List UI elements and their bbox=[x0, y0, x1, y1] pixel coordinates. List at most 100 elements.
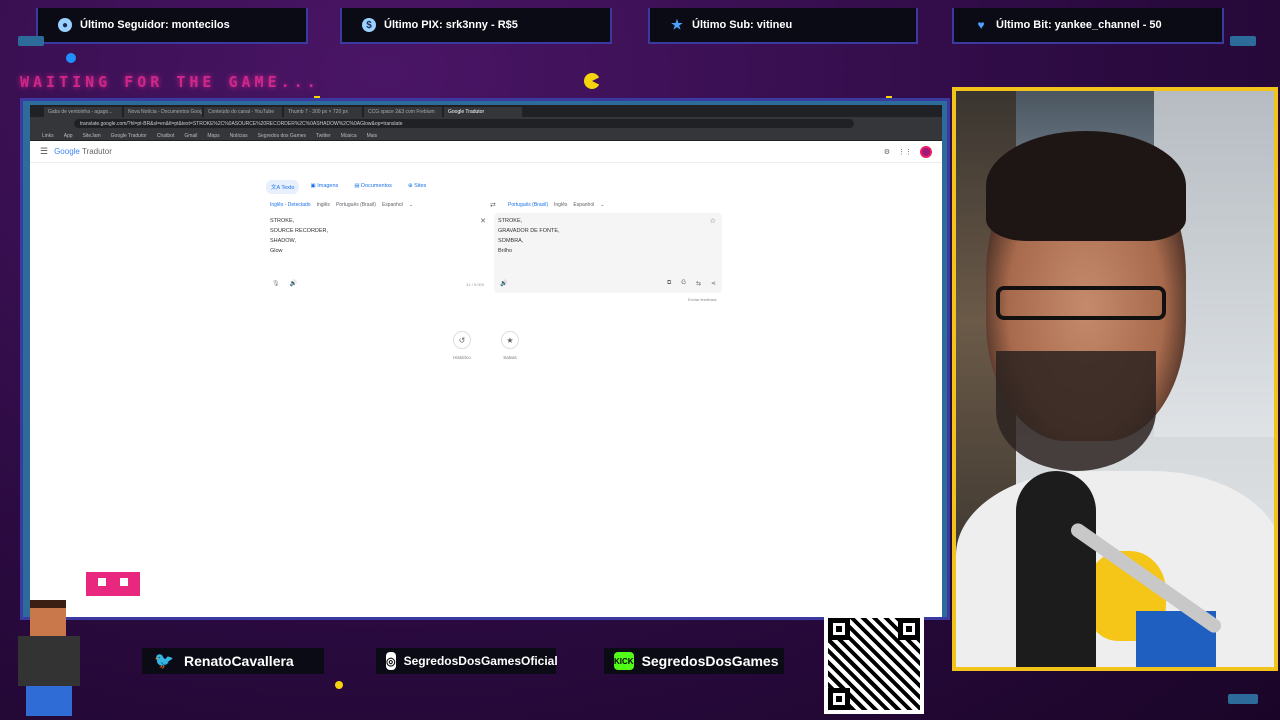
speaker-icon[interactable]: 🔊 bbox=[500, 280, 507, 287]
webcam-glasses bbox=[996, 286, 1166, 320]
kick-icon: KICK bbox=[614, 652, 634, 670]
browser-tab[interactable]: Gabs de ventoinha - agago... bbox=[44, 107, 122, 117]
mode-text[interactable]: 文A Texto bbox=[266, 180, 300, 194]
source-lang-detected[interactable]: Inglês - Detectado bbox=[270, 202, 311, 208]
mode-documents[interactable]: ▤ Documentos bbox=[349, 180, 397, 194]
qr-label: livepix.gg/segredosdosgames bbox=[826, 603, 932, 612]
google-lens-icon[interactable]: G bbox=[681, 280, 686, 287]
source-lang-option[interactable]: Português (Brasil) bbox=[336, 202, 376, 208]
bookmark-item[interactable]: Gmail bbox=[184, 133, 197, 139]
source-lang-option[interactable]: Inglês bbox=[317, 202, 330, 208]
saved-label: Salvas bbox=[503, 355, 517, 360]
url-input[interactable]: translate.google.com/?hl=pt-BR&sl=en&tl=… bbox=[74, 119, 854, 128]
decor-bar-left bbox=[18, 36, 44, 46]
mode-sites-label: Sites bbox=[414, 183, 427, 189]
speaker-icon[interactable]: 🔊 bbox=[290, 280, 297, 287]
bookmark-item[interactable]: Maps bbox=[207, 133, 219, 139]
copy-icon[interactable]: ⧉ bbox=[667, 280, 671, 287]
browser-tab[interactable]: Thumb 7 - 300 px × 720 px bbox=[284, 107, 362, 117]
bookmark-item[interactable]: Links bbox=[42, 133, 54, 139]
apps-grid-icon[interactable]: ⋮⋮ bbox=[898, 148, 912, 156]
twitter-icon: 🐦 bbox=[154, 653, 174, 670]
source-lang-option[interactable]: Espanhol bbox=[382, 202, 403, 208]
translation-modes: 文A Texto ▣ Imagens ▤ Documentos ⊕ Sites bbox=[266, 180, 431, 194]
history-button[interactable]: ↺ Histórico bbox=[442, 331, 482, 360]
bookmark-item[interactable]: App bbox=[64, 133, 73, 139]
bookmark-item[interactable]: Mais bbox=[367, 133, 378, 139]
ticker-pix-text: Último PIX: srk3nny - R$5 bbox=[384, 19, 518, 31]
character-count: 41 / 5.000 bbox=[466, 282, 484, 287]
pixel-avatar-head bbox=[30, 600, 66, 636]
microphone-icon[interactable]: 🎙 bbox=[272, 280, 280, 287]
chevron-down-icon[interactable]: ⌄ bbox=[409, 202, 413, 208]
webcam-feed bbox=[952, 87, 1278, 671]
decor-bar-bottom bbox=[1228, 694, 1258, 704]
webcam-beard bbox=[996, 351, 1156, 471]
kick-handle: KICK SegredosDosGames bbox=[604, 648, 784, 674]
invader-eye bbox=[98, 578, 106, 586]
kick-text: SegredosDosGames bbox=[641, 653, 779, 669]
share-icon[interactable]: ⋖ bbox=[711, 280, 716, 287]
pellet-dot bbox=[335, 681, 343, 689]
mode-sites[interactable]: ⊕ Sites bbox=[403, 180, 431, 194]
bookmark-item[interactable]: Chatbot bbox=[157, 133, 175, 139]
settings-icon[interactable]: ⚙ bbox=[884, 148, 890, 156]
target-lang-option[interactable]: Espanhol bbox=[573, 202, 594, 208]
text-icon: 文A bbox=[271, 185, 280, 191]
source-text-area[interactable]: STROKE, SOURCE RECORDER, SHADOW, Glow ✕ … bbox=[266, 213, 492, 293]
save-translation-star-icon[interactable]: ☆ bbox=[710, 217, 716, 225]
bookmark-item[interactable]: Google Tradutor bbox=[111, 133, 147, 139]
translator-logo[interactable]: Google Tradutor bbox=[54, 147, 112, 156]
saved-button[interactable]: ★ Salvas bbox=[490, 331, 530, 360]
instagram-text: SegredosDosGamesOficial bbox=[403, 654, 558, 668]
logo-product: Tradutor bbox=[81, 147, 112, 156]
mode-images[interactable]: ▣ Imagens bbox=[305, 180, 343, 194]
browser-tab[interactable]: Nova Notícia - Documentos Google bbox=[124, 107, 202, 117]
invader-eye bbox=[120, 578, 128, 586]
output-listen: 🔊 bbox=[500, 280, 507, 287]
send-feedback-link[interactable]: Enviar feedback bbox=[688, 297, 717, 302]
bookmark-item[interactable]: Twitter bbox=[316, 133, 331, 139]
pixel-avatar-legs bbox=[26, 686, 72, 716]
document-icon: ▤ bbox=[354, 183, 360, 189]
dollar-icon: $ bbox=[362, 18, 376, 32]
qr-code bbox=[824, 614, 924, 714]
bookmark-item[interactable]: SiteJam bbox=[83, 133, 101, 139]
bookmark-item[interactable]: Segredos dos Games bbox=[258, 133, 306, 139]
ticker-last-bit: ♥ Último Bit: yankee_channel - 50 bbox=[952, 8, 1224, 44]
microphone bbox=[1016, 471, 1096, 667]
swap-languages-icon[interactable]: ⇄ bbox=[490, 201, 496, 209]
source-actions: 🎙 🔊 bbox=[272, 280, 297, 287]
avatar[interactable] bbox=[920, 146, 932, 158]
chevron-down-icon[interactable]: ⌄ bbox=[600, 202, 604, 208]
source-language-bar: Inglês - Detectado Inglês Português (Bra… bbox=[270, 202, 413, 208]
ticker-follower-text: Último Seguidor: montecilos bbox=[80, 19, 230, 31]
ticker-sub-text: Último Sub: vitineu bbox=[692, 19, 793, 31]
target-language-bar: Português (Brasil) Inglês Espanhol ⌄ bbox=[508, 202, 604, 208]
translation-output: STROKE, GRAVADOR DE FONTE, SOMBRA, Brilh… bbox=[494, 213, 722, 293]
rate-translation-icon[interactable]: ⇆ bbox=[696, 280, 701, 287]
user-icon: ● bbox=[58, 18, 72, 32]
browser-tab-active[interactable]: Google Tradutor bbox=[444, 107, 522, 117]
logo-brand: Google bbox=[54, 147, 80, 156]
bookmark-item[interactable]: Notícias bbox=[230, 133, 248, 139]
heart-icon: ♥ bbox=[977, 18, 985, 32]
ticker-last-sub: ★ Último Sub: vitineu bbox=[648, 8, 918, 44]
bookmark-item[interactable]: Música bbox=[341, 133, 357, 139]
star-icon: ★ bbox=[671, 17, 683, 32]
clear-text-icon[interactable]: ✕ bbox=[480, 217, 486, 225]
history-label: Histórico bbox=[453, 355, 471, 360]
pixel-avatar-body bbox=[18, 636, 80, 686]
target-lang-option[interactable]: Inglês bbox=[554, 202, 567, 208]
browser-tab[interactable]: CCG space 2&3 com Frebium bbox=[364, 107, 442, 117]
instagram-handle: ◎ SegredosDosGamesOficial bbox=[376, 648, 558, 674]
target-lang-selected[interactable]: Português (Brasil) bbox=[508, 202, 548, 208]
address-bar: translate.google.com/?hl=pt-BR&sl=en&tl=… bbox=[30, 117, 942, 130]
star-icon: ★ bbox=[501, 331, 519, 349]
tab-bar: Gabs de ventoinha - agago... Nova Notíci… bbox=[30, 105, 942, 117]
browser-tab[interactable]: Conteúdo do canal - YouTube bbox=[204, 107, 282, 117]
translator-header: ☰ Google Tradutor bbox=[30, 141, 942, 163]
mode-images-label: Imagens bbox=[317, 183, 339, 189]
source-text[interactable]: STROKE, SOURCE RECORDER, SHADOW, Glow bbox=[266, 213, 492, 259]
hamburger-menu-icon[interactable]: ☰ bbox=[40, 146, 48, 157]
